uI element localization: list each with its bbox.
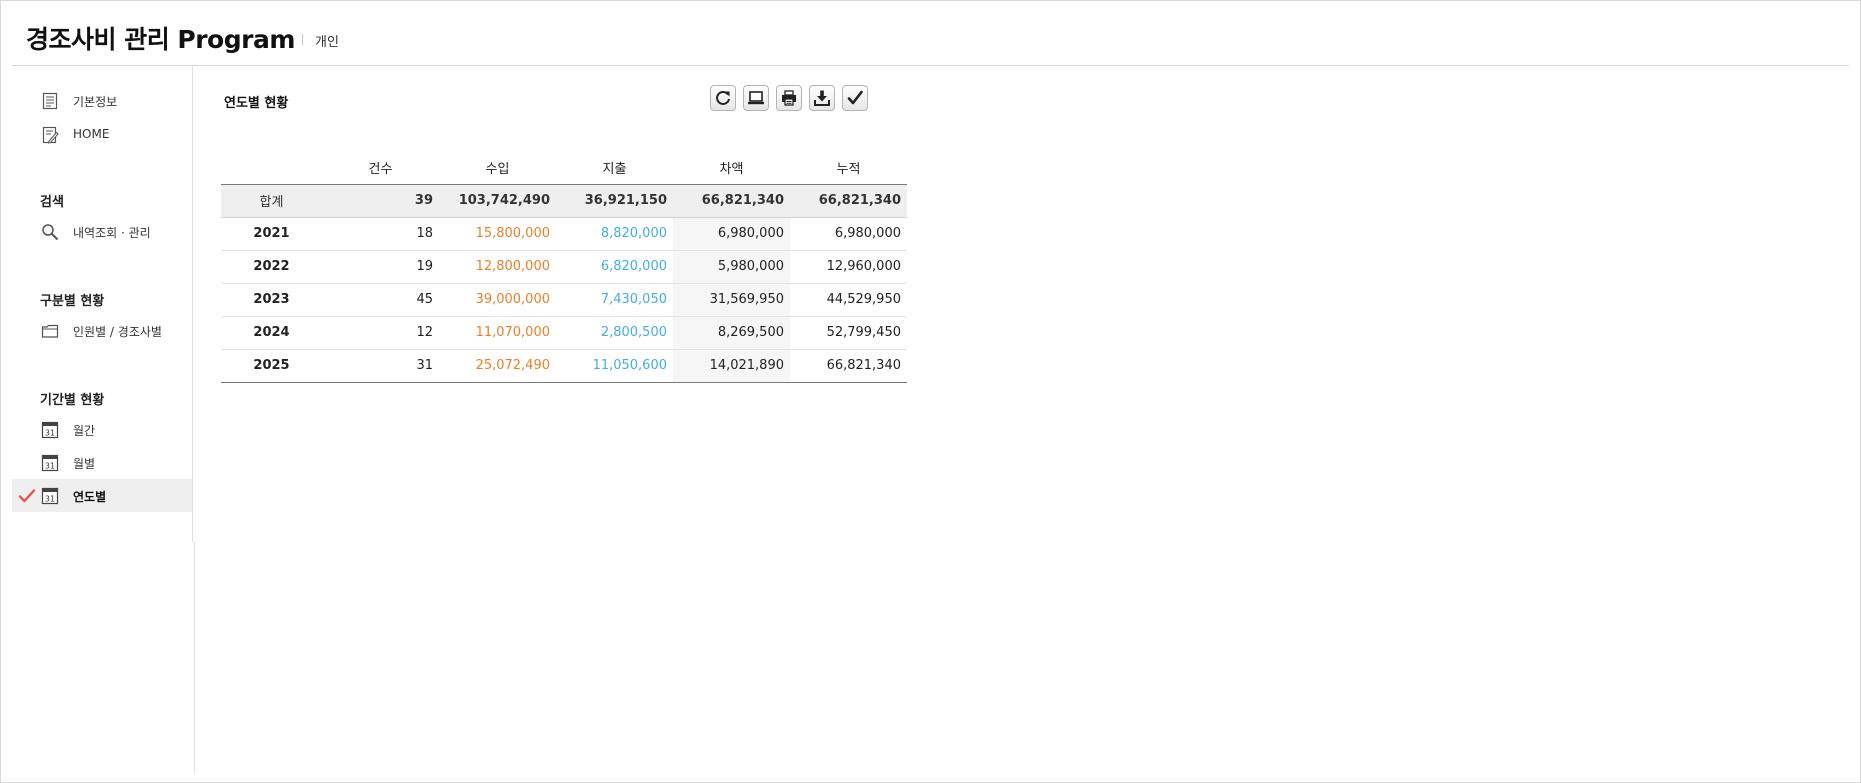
- app-frame: [0, 0, 1861, 783]
- header-income: 수입: [439, 151, 556, 185]
- calendar-icon: 31: [41, 454, 59, 472]
- diff-cell: 66,821,340: [673, 184, 790, 218]
- header-diff: 차액: [673, 151, 790, 185]
- expense-cell: 36,921,150: [556, 184, 673, 218]
- table-header-row: 건수 수입 지출 차액 누적: [221, 151, 907, 185]
- row-label: 2025: [221, 349, 322, 383]
- cumulative-cell: 12,960,000: [790, 250, 907, 284]
- svg-text:31: 31: [45, 429, 55, 438]
- diff-cell: 8,269,500: [673, 316, 790, 350]
- count-cell: 19: [322, 250, 439, 284]
- check-icon: [847, 90, 863, 105]
- group-title-period: 기간별 현황: [40, 393, 105, 408]
- sidebar-divider: [194, 542, 195, 772]
- print-icon: [782, 90, 796, 106]
- table-row[interactable]: 2022 19 12,800,000 6,820,000 5,980,000 1…: [221, 250, 907, 284]
- count-cell: 45: [322, 283, 439, 317]
- search-icon: [42, 224, 59, 241]
- yearly-summary-table: 건수 수입 지출 차액 누적 합계 39 103,742,490 36,921,…: [221, 151, 907, 383]
- calendar-icon: 31: [41, 487, 59, 505]
- document-icon: [42, 92, 58, 110]
- nav-item-monthly-period[interactable]: 31 월간: [12, 413, 192, 446]
- count-cell: 31: [322, 349, 439, 383]
- active-check-icon: [18, 489, 36, 503]
- table-row[interactable]: 2023 45 39,000,000 7,430,050 31,569,950 …: [221, 283, 907, 317]
- nav-label: 월간: [73, 424, 96, 438]
- table-row[interactable]: 2021 18 15,800,000 8,820,000 6,980,000 6…: [221, 217, 907, 251]
- folder-icon: [41, 324, 59, 338]
- svg-text:31: 31: [45, 462, 55, 471]
- download-button[interactable]: [809, 85, 835, 111]
- header-count: 건수: [322, 151, 439, 185]
- sidebar: 기본정보 HOME 검색 내역조회 · 관리 구분별 현황 인원별 / 경조사별…: [12, 66, 193, 542]
- page-title: 연도별 현황: [224, 96, 289, 111]
- row-label: 2024: [221, 316, 322, 350]
- nav-item-home[interactable]: HOME: [12, 118, 192, 151]
- income-cell: 11,070,000: [439, 316, 556, 350]
- nav-label: 인원별 / 경조사별: [73, 325, 162, 339]
- nav-item-by-year[interactable]: 31 연도별: [12, 479, 192, 512]
- income-cell: 103,742,490: [439, 184, 556, 218]
- print-button[interactable]: [776, 85, 802, 111]
- nav-label: 연도별: [73, 490, 107, 504]
- header-cumulative: 누적: [790, 151, 907, 185]
- group-title-category: 구분별 현황: [40, 294, 105, 309]
- expense-cell: 7,430,050: [556, 283, 673, 317]
- cumulative-cell: 66,821,340: [790, 349, 907, 383]
- count-cell: 12: [322, 316, 439, 350]
- nav-label: HOME: [73, 127, 110, 141]
- cumulative-cell: 6,980,000: [790, 217, 907, 251]
- confirm-button[interactable]: [842, 85, 868, 111]
- nav-item-by-month[interactable]: 31 월별: [12, 446, 192, 479]
- table-row-total: 합계 39 103,742,490 36,921,150 66,821,340 …: [221, 184, 907, 218]
- app-header: 경조사비 관리 Program 개인: [12, 0, 1849, 66]
- view-button[interactable]: [743, 85, 769, 111]
- expense-cell: 8,820,000: [556, 217, 673, 251]
- income-cell: 25,072,490: [439, 349, 556, 383]
- row-label: 2021: [221, 217, 322, 251]
- row-label: 2022: [221, 250, 322, 284]
- refresh-button[interactable]: [710, 85, 736, 111]
- edit-document-icon: [42, 126, 59, 144]
- income-cell: 12,800,000: [439, 250, 556, 284]
- download-icon: [814, 90, 830, 106]
- expense-cell: 11,050,600: [556, 349, 673, 383]
- table-row[interactable]: 2025 31 25,072,490 11,050,600 14,021,890…: [221, 349, 907, 383]
- refresh-icon: [716, 90, 730, 105]
- nav-label: 기본정보: [73, 95, 118, 109]
- nav-label: 내역조회 · 관리: [73, 226, 151, 240]
- expense-cell: 2,800,500: [556, 316, 673, 350]
- header-expense: 지출: [556, 151, 673, 185]
- income-cell: 39,000,000: [439, 283, 556, 317]
- svg-text:31: 31: [45, 495, 55, 504]
- header-label: [221, 151, 322, 185]
- count-cell: 39: [322, 184, 439, 218]
- mode-label: 개인: [315, 35, 339, 50]
- nav-label: 월별: [73, 457, 96, 471]
- table-row[interactable]: 2024 12 11,070,000 2,800,500 8,269,500 5…: [221, 316, 907, 350]
- income-cell: 15,800,000: [439, 217, 556, 251]
- nav-item-by-person[interactable]: 인원별 / 경조사별: [12, 314, 192, 347]
- row-label: 2023: [221, 283, 322, 317]
- diff-cell: 6,980,000: [673, 217, 790, 251]
- nav-item-history[interactable]: 내역조회 · 관리: [12, 215, 192, 248]
- cumulative-cell: 44,529,950: [790, 283, 907, 317]
- group-title-search: 검색: [40, 195, 64, 210]
- diff-cell: 31,569,950: [673, 283, 790, 317]
- row-label: 합계: [221, 184, 322, 218]
- expense-cell: 6,820,000: [556, 250, 673, 284]
- diff-cell: 5,980,000: [673, 250, 790, 284]
- app-title: 경조사비 관리 Program: [26, 25, 295, 54]
- diff-cell: 14,021,890: [673, 349, 790, 383]
- monitor-icon: [748, 91, 764, 105]
- calendar-icon: 31: [41, 421, 59, 439]
- nav-item-basic-info[interactable]: 기본정보: [12, 84, 192, 117]
- cumulative-cell: 52,799,450: [790, 316, 907, 350]
- cumulative-cell: 66,821,340: [790, 184, 907, 218]
- title-divider: [302, 34, 303, 45]
- count-cell: 18: [322, 217, 439, 251]
